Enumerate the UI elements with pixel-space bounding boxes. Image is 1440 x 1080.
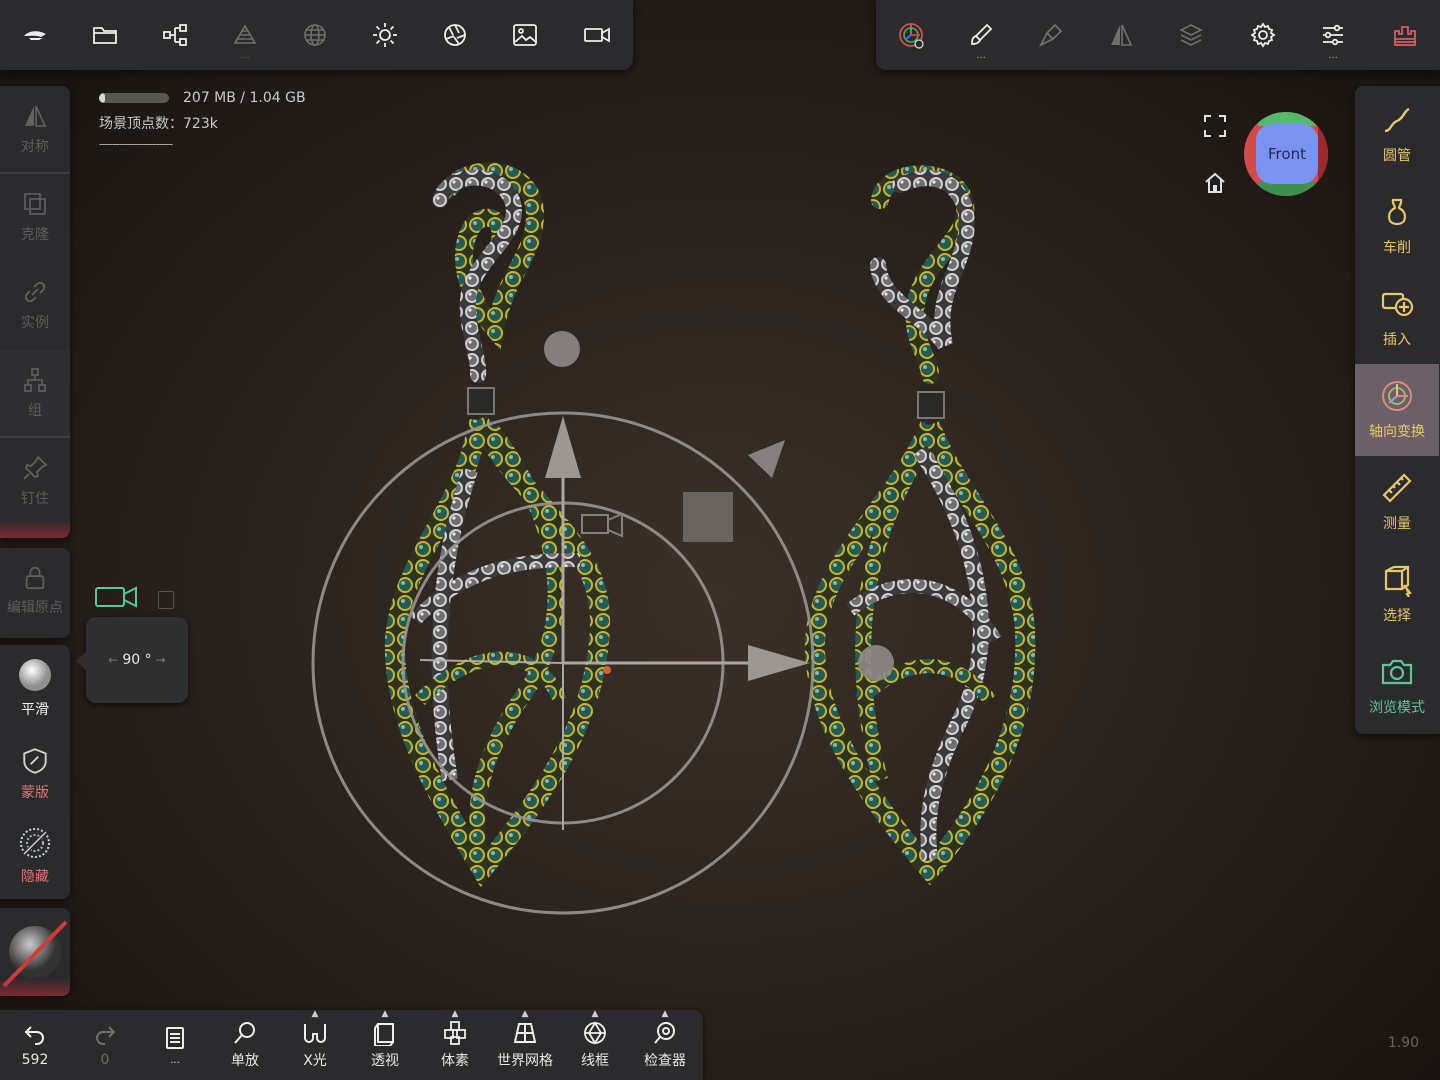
browse-mode-label: 浏览模式 (1369, 700, 1425, 716)
world-grid-label: 世界网格 (497, 1053, 553, 1069)
earring-left-outer-green (384, 415, 611, 888)
select-cube-icon (1384, 565, 1412, 597)
version-label: 1.90 (1387, 1035, 1419, 1051)
browse-mode-tool[interactable]: 浏览模式 (1355, 640, 1439, 732)
earring-left[interactable] (384, 162, 611, 888)
world-grid-caret-icon: ▲ (521, 1009, 529, 1019)
right-tools: 圆管 车削 插入 轴向变换 测量 选择 浏览模式 (1355, 86, 1440, 734)
perspective-icon (374, 1023, 394, 1046)
home-icon[interactable] (1203, 171, 1227, 195)
world-grid-icon (513, 1023, 537, 1043)
axis-transform-label: 轴向变换 (1369, 424, 1425, 440)
menu-button[interactable]: ... (142, 1010, 208, 1080)
view-cube-front[interactable]: Front (1256, 124, 1318, 184)
lathe-label: 车削 (1383, 240, 1411, 256)
inspector-icon (654, 1022, 675, 1044)
bottom-toolbar: 592 0 ... 单放 ▲ X光 ▲ 透视 ▲ 体素 ▲ 世界网格 ▲ 线框 … (0, 1009, 703, 1080)
axis-transform-icon (1382, 381, 1412, 411)
wireframe-caret-icon: ▲ (591, 1009, 599, 1019)
fullscreen-icon[interactable] (1203, 114, 1227, 138)
earring-left-top-loop-silver (432, 169, 522, 383)
undo-count: 592 (21, 1052, 49, 1068)
wireframe-button[interactable]: ▲ 线框 (562, 1009, 628, 1080)
insert-label: 插入 (1383, 332, 1411, 348)
undo-button[interactable]: 592 (2, 1010, 68, 1080)
perspective-caret-icon: ▲ (381, 1009, 389, 1019)
perspective-button[interactable]: ▲ 透视 (352, 1009, 418, 1080)
earring-right-connector (917, 391, 945, 419)
book-menu-icon (166, 1026, 184, 1049)
isolate-label: 单放 (231, 1053, 259, 1069)
perspective-label: 透视 (371, 1053, 399, 1069)
voxel-button[interactable]: ▲ 体素 (422, 1009, 488, 1080)
view-cube[interactable]: Front (1244, 112, 1328, 196)
tube-label: 圆管 (1383, 148, 1411, 164)
select-tool[interactable]: 选择 (1355, 548, 1439, 640)
wireframe-icon (584, 1021, 606, 1045)
insert-tool[interactable]: 插入 (1355, 272, 1439, 364)
ruler-icon (1382, 473, 1412, 503)
gizmo-x-arrow[interactable] (748, 645, 810, 681)
lathe-tool[interactable]: 车削 (1355, 180, 1439, 272)
search-icon (234, 1022, 255, 1044)
view-cube-label: Front (1268, 145, 1306, 163)
tube-tool[interactable]: 圆管 (1355, 88, 1439, 180)
xray-glasses-icon (304, 1024, 326, 1043)
view-cube-right[interactable] (1318, 126, 1328, 182)
earring-right-outer-green (804, 421, 1036, 886)
world-grid-button[interactable]: ▲ 世界网格 (492, 1009, 558, 1080)
redo-button[interactable]: 0 (72, 1010, 138, 1080)
voxel-caret-icon: ▲ (451, 1009, 459, 1019)
earring-left-connector (467, 387, 495, 415)
inspector-label: 检查器 (644, 1053, 686, 1069)
voxel-label: 体素 (441, 1053, 469, 1069)
camera-icon (1381, 659, 1413, 685)
inspector-caret-icon: ▲ (661, 1009, 669, 1019)
xray-caret-icon: ▲ (311, 1009, 319, 1019)
axis-transform-tool[interactable]: 轴向变换 (1355, 364, 1439, 456)
earring-right[interactable] (804, 165, 1036, 886)
gizmo-camera-icon (581, 512, 623, 538)
gizmo-rotate-handle[interactable] (748, 440, 785, 478)
voxel-icon (444, 1021, 466, 1045)
select-label: 选择 (1383, 608, 1411, 624)
inspector-button[interactable]: ▲ 检查器 (632, 1009, 698, 1080)
menu-dots: ... (170, 1054, 180, 1066)
gizmo-handle-right[interactable] (858, 645, 894, 681)
wireframe-label: 线框 (581, 1053, 609, 1069)
gizmo-y-arrow[interactable] (545, 416, 581, 478)
earring-right-top-loop-silver (870, 170, 975, 350)
isolate-button[interactable]: 单放 (212, 1010, 278, 1080)
measure-label: 测量 (1383, 516, 1411, 532)
viewport-scene[interactable] (0, 0, 1440, 1080)
insert-plus-icon (1381, 292, 1414, 317)
tube-curve-icon (1384, 107, 1410, 133)
xray-label: X光 (303, 1053, 327, 1069)
xray-button[interactable]: ▲ X光 (282, 1009, 348, 1080)
gizmo-handle-top[interactable] (544, 331, 580, 367)
lathe-vase-icon (1387, 198, 1407, 226)
measure-tool[interactable]: 测量 (1355, 456, 1439, 548)
redo-count: 0 (100, 1052, 110, 1068)
gizmo-pivot-point[interactable] (603, 666, 611, 674)
view-cube-bottom[interactable] (1258, 182, 1316, 196)
redo-icon (96, 1026, 116, 1045)
gizmo-scale-handle[interactable] (683, 492, 733, 542)
undo-icon (24, 1026, 44, 1045)
